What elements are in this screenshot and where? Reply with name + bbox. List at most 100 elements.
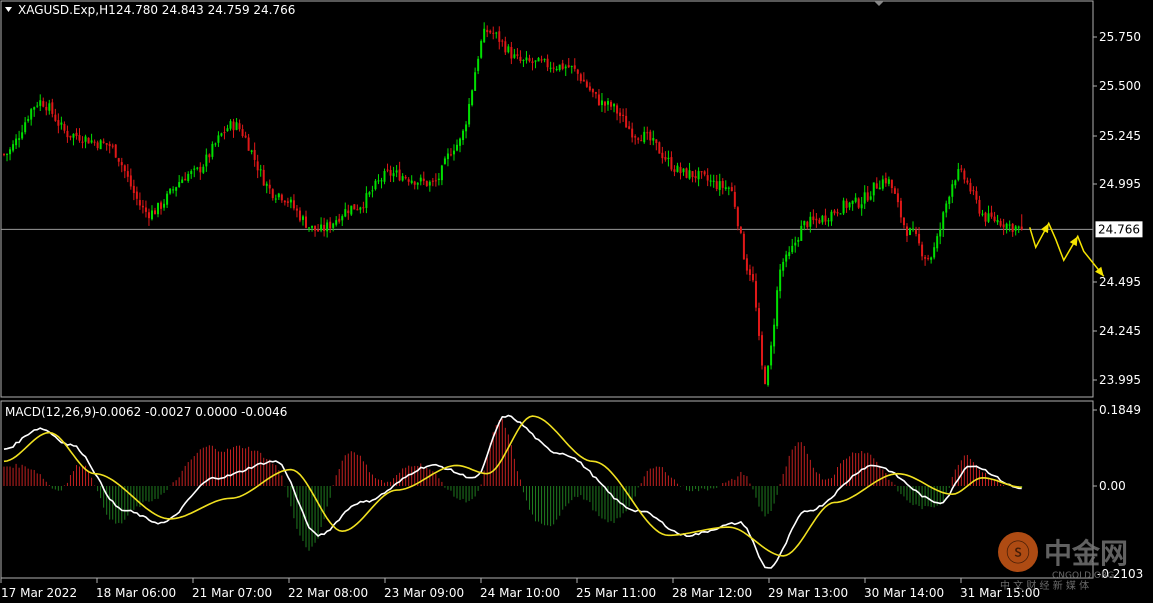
- bull-candle: [36, 105, 39, 107]
- bear-candle: [845, 200, 848, 208]
- bull-candle: [15, 138, 18, 146]
- bear-candle: [670, 157, 673, 170]
- bull-candle: [782, 261, 785, 271]
- bull-candle: [311, 225, 314, 228]
- bull-candle: [392, 173, 395, 177]
- bear-candle: [129, 175, 132, 187]
- bear-candle: [504, 41, 507, 53]
- bear-candle: [715, 181, 718, 190]
- bull-candle: [166, 193, 169, 205]
- bull-candle: [887, 179, 890, 184]
- bull-candle: [881, 179, 884, 189]
- bull-candle: [60, 122, 63, 125]
- bull-candle: [474, 72, 477, 91]
- bull-candle: [954, 180, 957, 186]
- bear-candle: [126, 171, 129, 177]
- bull-candle: [945, 203, 948, 213]
- price-tick-label: 25.245: [1099, 129, 1141, 143]
- bull-candle: [797, 239, 800, 242]
- bull-candle: [462, 130, 465, 141]
- price-tick-label: 23.995: [1099, 373, 1141, 387]
- bull-candle: [99, 140, 102, 150]
- bear-candle: [42, 101, 45, 107]
- bear-candle: [818, 219, 821, 224]
- bear-candle: [646, 132, 649, 134]
- bear-candle: [661, 152, 664, 159]
- bull-candle: [957, 169, 960, 180]
- bear-candle: [884, 178, 887, 184]
- bull-candle: [724, 187, 727, 189]
- bull-candle: [712, 180, 715, 182]
- bull-candle: [477, 58, 480, 71]
- bear-candle: [232, 121, 235, 131]
- bull-candle: [344, 209, 347, 217]
- bear-candle: [812, 216, 815, 221]
- bull-candle: [854, 197, 857, 202]
- bull-candle: [860, 204, 863, 209]
- bear-candle: [45, 106, 48, 111]
- time-tick-label: 24 Mar 10:00: [480, 586, 560, 600]
- bull-candle: [558, 64, 561, 71]
- bear-candle: [730, 187, 733, 192]
- bear-candle: [223, 132, 226, 134]
- bear-candle: [978, 199, 981, 214]
- macd-tick-label: 0.1849: [1099, 403, 1141, 417]
- bull-candle: [821, 215, 824, 223]
- bull-candle: [371, 190, 374, 192]
- bull-candle: [549, 67, 552, 69]
- bear-candle: [338, 218, 341, 222]
- bull-candle: [600, 100, 603, 106]
- bear-candle: [619, 112, 622, 116]
- bear-candle: [610, 101, 613, 107]
- bear-candle: [679, 167, 682, 174]
- bear-candle: [552, 67, 555, 69]
- bear-candle: [407, 179, 410, 182]
- bull-candle: [24, 122, 27, 133]
- bear-candle: [745, 258, 748, 271]
- bull-candle: [265, 183, 268, 186]
- bull-candle: [830, 211, 833, 222]
- bear-candle: [69, 135, 72, 138]
- bear-candle: [501, 40, 504, 42]
- watermark-site: CNGOLD.ORG: [1052, 571, 1114, 581]
- bull-candle: [537, 57, 540, 62]
- bear-candle: [905, 226, 908, 236]
- bear-candle: [286, 201, 289, 203]
- time-tick-label: 21 Mar 07:00: [192, 586, 272, 600]
- bull-candle: [613, 103, 616, 107]
- bear-candle: [75, 132, 78, 136]
- bull-candle: [996, 219, 999, 223]
- bull-candle: [607, 101, 609, 105]
- bear-candle: [960, 168, 963, 170]
- bull-candle: [770, 345, 773, 366]
- bull-candle: [301, 216, 304, 220]
- bear-candle: [292, 200, 295, 209]
- bull-candle: [555, 68, 558, 70]
- bear-candle: [691, 171, 694, 177]
- bear-candle: [628, 126, 631, 129]
- macd-label: MACD(12,26,9): [5, 405, 96, 419]
- watermark-brand: 中金网: [1044, 537, 1128, 570]
- price-tick-label: 25.500: [1099, 79, 1141, 93]
- bear-candle: [664, 157, 667, 160]
- bull-candle: [827, 220, 830, 222]
- price-tick-label: 25.750: [1099, 30, 1141, 44]
- trading-chart[interactable]: XAGUSD.Exp,H1 24.780 24.843 24.759 24.76…: [0, 0, 1153, 603]
- macd-values: -0.0062 -0.0027 0.0000 -0.0046: [95, 405, 287, 419]
- bull-candle: [341, 216, 344, 221]
- bear-candle: [117, 158, 120, 162]
- bull-candle: [39, 100, 42, 106]
- bear-candle: [694, 176, 697, 179]
- bear-candle: [890, 179, 893, 189]
- bull-candle: [872, 182, 875, 196]
- bull-candle: [534, 60, 537, 62]
- bull-candle: [933, 247, 936, 258]
- bear-candle: [1002, 224, 1005, 228]
- bull-candle: [196, 167, 199, 169]
- bull-candle: [773, 324, 776, 347]
- bear-candle: [295, 208, 298, 211]
- bull-candle: [226, 128, 229, 132]
- bear-candle: [579, 74, 582, 81]
- bear-candle: [323, 224, 326, 232]
- bear-candle: [123, 165, 126, 172]
